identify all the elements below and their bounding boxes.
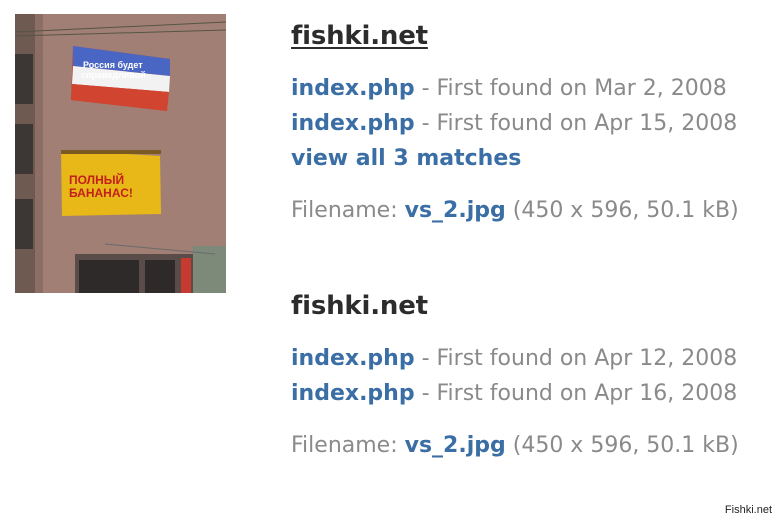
svg-text:Россия будет: Россия будет bbox=[83, 60, 143, 70]
file-info: (450 x 596, 50.1 kB) bbox=[505, 433, 739, 458]
search-result-2: fishki.net index.php - First found on Ap… bbox=[291, 286, 739, 463]
building-billboard-photo: Россия будет справедливой ПОЛНЫЙ БАНАНАС… bbox=[15, 14, 226, 293]
match-row: index.php - First found on Apr 12, 2008 bbox=[291, 341, 739, 376]
match-row: index.php - First found on Mar 2, 2008 bbox=[291, 71, 739, 106]
filename-label: Filename: bbox=[291, 198, 405, 223]
svg-text:ПОЛНЫЙ: ПОЛНЫЙ bbox=[69, 172, 124, 187]
match-date-text: - First found on Apr 12, 2008 bbox=[414, 346, 738, 371]
match-date-text: - First found on Apr 16, 2008 bbox=[414, 381, 738, 406]
result-site-link[interactable]: fishki.net bbox=[291, 286, 739, 326]
watermark: Fishki.net bbox=[724, 504, 772, 516]
result-thumbnail[interactable]: Россия будет справедливой ПОЛНЫЙ БАНАНАС… bbox=[15, 14, 226, 293]
filename-link[interactable]: vs_2.jpg bbox=[405, 433, 506, 458]
view-all-matches-link[interactable]: view all 3 matches bbox=[291, 146, 521, 171]
match-row: index.php - First found on Apr 15, 2008 bbox=[291, 106, 739, 141]
filename-link[interactable]: vs_2.jpg bbox=[405, 198, 506, 223]
match-page-link[interactable]: index.php bbox=[291, 381, 415, 406]
file-info: (450 x 596, 50.1 kB) bbox=[505, 198, 739, 223]
view-all-row: view all 3 matches bbox=[291, 141, 739, 176]
filename-row: Filename: vs_2.jpg (450 x 596, 50.1 kB) bbox=[291, 193, 739, 228]
filename-row: Filename: vs_2.jpg (450 x 596, 50.1 kB) bbox=[291, 428, 739, 463]
match-date-text: - First found on Apr 15, 2008 bbox=[414, 111, 738, 136]
search-result-1: fishki.net index.php - First found on Ma… bbox=[291, 16, 739, 228]
match-row: index.php - First found on Apr 16, 2008 bbox=[291, 376, 739, 411]
match-page-link[interactable]: index.php bbox=[291, 111, 415, 136]
match-date-text: - First found on Mar 2, 2008 bbox=[414, 76, 727, 101]
svg-text:БАНАНАС!: БАНАНАС! bbox=[69, 186, 133, 200]
match-page-link[interactable]: index.php bbox=[291, 346, 415, 371]
svg-text:справедливой: справедливой bbox=[81, 70, 146, 80]
result-site-link[interactable]: fishki.net bbox=[291, 16, 739, 56]
filename-label: Filename: bbox=[291, 433, 405, 458]
match-page-link[interactable]: index.php bbox=[291, 76, 415, 101]
